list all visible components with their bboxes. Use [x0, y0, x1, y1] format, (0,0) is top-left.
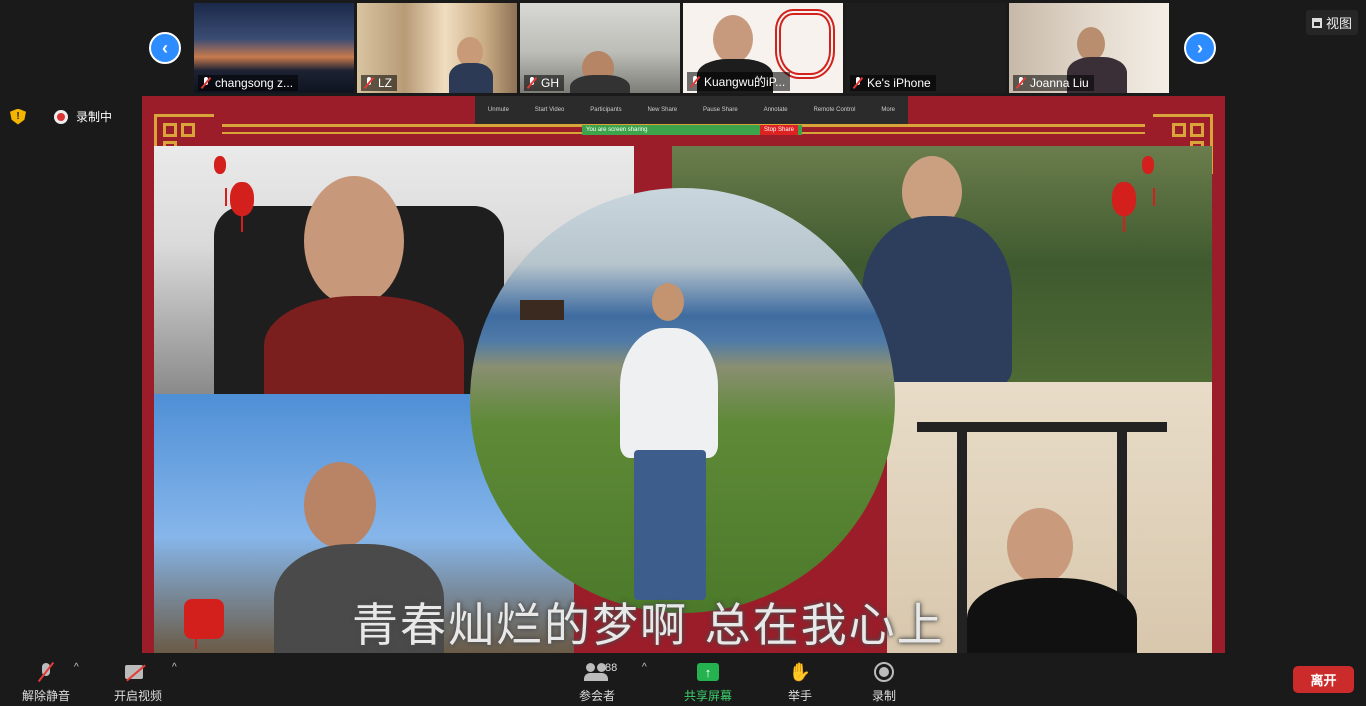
recording-dot-icon: [54, 109, 68, 124]
participants-button[interactable]: 88 参会者: [575, 660, 619, 704]
chevron-right-icon: ›: [1197, 37, 1203, 58]
video-options-caret[interactable]: ^: [172, 662, 177, 673]
participant-name-tag: changsong z...: [198, 75, 299, 91]
video-off-icon: [125, 664, 151, 680]
participant-tile[interactable]: Kuangwu的iP...: [683, 3, 843, 93]
participant-tile[interactable]: LZ: [357, 3, 517, 93]
security-shield-icon[interactable]: !: [10, 108, 26, 125]
participant-name-tag: Kuangwu的iP...: [687, 72, 791, 91]
grid-view-icon: [1311, 17, 1322, 28]
paper-cut-decoration: [775, 9, 835, 79]
mic-muted-icon: [1016, 77, 1026, 89]
participant-video: [449, 63, 493, 93]
recording-label: 录制中: [76, 110, 113, 124]
participant-tile[interactable]: Ke's iPhone: [846, 3, 1006, 93]
shared-sharing-bar: You are screen sharing Stop Share: [582, 125, 802, 135]
view-button[interactable]: 视图: [1305, 10, 1358, 35]
shared-meeting-toolbar: Unmute Start Video Participants New Shar…: [475, 96, 908, 124]
mic-muted-icon: [853, 77, 863, 89]
participant-video: [570, 75, 630, 93]
shared-screen: 青春灿烂的梦啊 总在我心上 Unmute Start Video Partici…: [142, 96, 1225, 653]
microphone-muted-icon: [40, 663, 52, 681]
mic-muted-icon: [690, 75, 700, 88]
share-screen-icon: ↑: [697, 663, 719, 681]
share-screen-button[interactable]: ↑ 共享屏幕: [684, 660, 732, 704]
recording-status: ! 录制中: [10, 108, 112, 125]
start-video-button[interactable]: 开启视频: [114, 660, 162, 704]
record-button[interactable]: 录制: [872, 660, 896, 704]
participants-options-caret[interactable]: ^: [642, 662, 647, 673]
participant-strip: changsong z... LZ GH Kuangwu的iP... Ke's …: [194, 3, 1169, 93]
mic-muted-icon: [527, 77, 537, 89]
record-icon: [874, 662, 894, 682]
mic-muted-icon: [364, 77, 374, 89]
participant-name-tag: LZ: [361, 75, 398, 91]
unmute-button[interactable]: 解除静音: [22, 660, 70, 704]
participant-tile[interactable]: Joanna Liu: [1009, 3, 1169, 93]
participant-name-tag: GH: [524, 75, 564, 91]
participant-video: [713, 15, 753, 63]
raise-hand-button[interactable]: ✋ 举手: [788, 660, 812, 704]
raise-hand-icon: ✋: [788, 661, 812, 682]
video-panel-center: [470, 188, 895, 613]
lyric-subtitle: 青春灿烂的梦啊 总在我心上: [352, 598, 945, 652]
participant-tile[interactable]: changsong z...: [194, 3, 354, 93]
leave-button[interactable]: 离开: [1293, 666, 1354, 693]
participant-video: [1077, 27, 1105, 61]
prev-page-button[interactable]: ‹: [149, 32, 181, 64]
participant-tile[interactable]: GH: [520, 3, 680, 93]
meeting-controls: 解除静音 ^ 开启视频 ^ 88 参会者 ^ ↑ 共享屏幕 ✋ 举手 录制 离开: [0, 654, 1366, 706]
audio-options-caret[interactable]: ^: [74, 662, 79, 673]
participant-name-tag: Joanna Liu: [1013, 75, 1094, 91]
participant-name-tag: Ke's iPhone: [850, 75, 936, 91]
chevron-left-icon: ‹: [162, 37, 168, 58]
mic-muted-icon: [201, 77, 211, 89]
next-page-button[interactable]: ›: [1184, 32, 1216, 64]
participants-count: 88: [605, 662, 618, 674]
